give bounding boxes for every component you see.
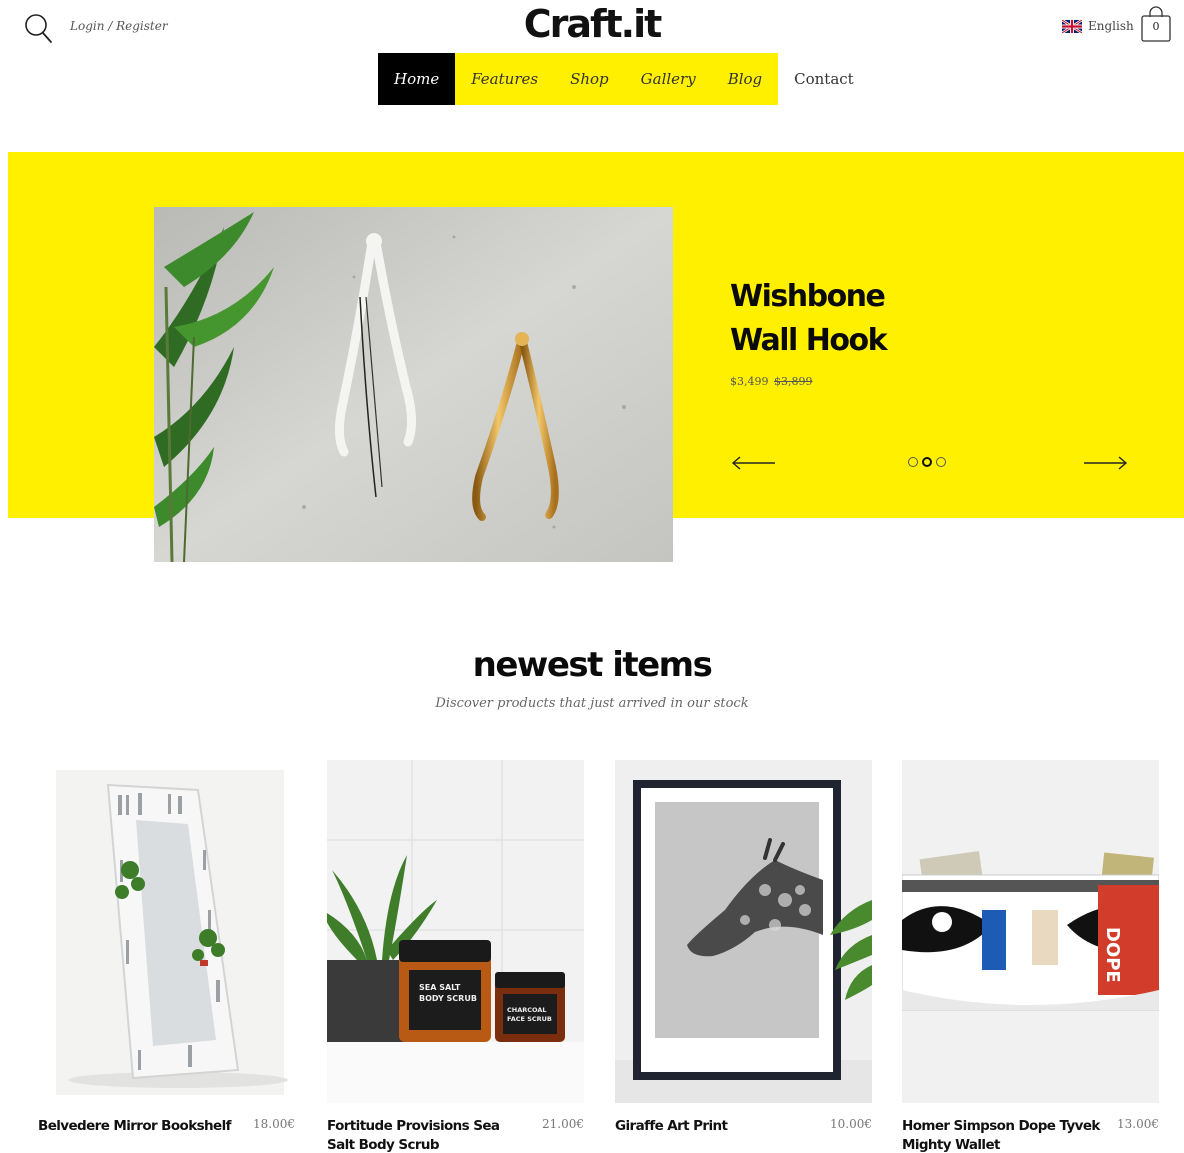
hero-title-line1: Wishbone bbox=[730, 279, 886, 314]
product-price: 18.00€ bbox=[253, 1117, 295, 1131]
cart-count: 0 bbox=[1152, 20, 1160, 33]
product-price: 21.00€ bbox=[542, 1117, 584, 1131]
hero-title-line2: Wall Hook bbox=[730, 323, 888, 358]
nav-item-home[interactable]: Home bbox=[378, 53, 456, 105]
uk-flag-icon bbox=[1062, 19, 1082, 33]
product-name[interactable]: Homer Simpson Dope Tyvek Mighty Wallet bbox=[902, 1117, 1102, 1153]
product-card[interactable]: DOPE Homer Simpson Dope Tyvek Mighty Wal… bbox=[902, 760, 1159, 1153]
product-price: 10.00€ bbox=[830, 1117, 872, 1131]
nav-item-features[interactable]: Features bbox=[455, 53, 555, 105]
slider-dot-1[interactable] bbox=[908, 457, 918, 467]
hero-title[interactable]: Wishbone Wall Hook bbox=[730, 275, 990, 363]
nav-item-blog[interactable]: Blog bbox=[711, 53, 779, 105]
slider-prev-button[interactable] bbox=[731, 452, 777, 474]
svg-text:DOPE: DOPE bbox=[1102, 927, 1123, 983]
product-image-giraffe-print[interactable] bbox=[615, 760, 872, 1103]
arrow-right-icon bbox=[1084, 456, 1128, 470]
svg-text:SEA SALT: SEA SALT bbox=[419, 983, 461, 992]
slider-dot-3[interactable] bbox=[936, 457, 946, 467]
site-logo[interactable]: Craft.it bbox=[0, 0, 1184, 48]
hero-price: $3,499 $3,899 bbox=[730, 375, 813, 388]
product-image-body-scrub[interactable]: SEA SALT BODY SCRUB CHARCOAL FACE SCRUB bbox=[327, 760, 584, 1103]
arrow-left-icon bbox=[731, 456, 775, 470]
slider-dots bbox=[908, 457, 946, 467]
product-card[interactable]: Belvedere Mirror Bookshelf 18.00€ bbox=[38, 760, 295, 1153]
product-image-wallet[interactable]: DOPE bbox=[902, 760, 1159, 1103]
section-title: newest items bbox=[472, 645, 713, 685]
hero-sale-price: $3,499 bbox=[730, 375, 769, 388]
section-subtitle: Discover products that just arrived in o… bbox=[435, 696, 749, 711]
svg-text:FACE SCRUB: FACE SCRUB bbox=[507, 1015, 552, 1023]
hero-product-image[interactable] bbox=[154, 207, 673, 562]
product-name[interactable]: Giraffe Art Print bbox=[615, 1117, 815, 1136]
product-price: 13.00€ bbox=[1117, 1117, 1159, 1131]
slider-dot-2[interactable] bbox=[922, 457, 932, 467]
main-nav: Home Features Shop Gallery Blog Contact bbox=[378, 53, 870, 105]
hero-old-price: $3,899 bbox=[774, 375, 813, 388]
svg-text:CHARCOAL: CHARCOAL bbox=[507, 1006, 547, 1014]
nav-item-shop[interactable]: Shop bbox=[554, 53, 625, 105]
nav-item-gallery[interactable]: Gallery bbox=[624, 53, 712, 105]
nav-item-contact[interactable]: Contact bbox=[778, 53, 870, 105]
wishbone-hook-image bbox=[154, 207, 673, 562]
product-name[interactable]: Fortitude Provisions Sea Salt Body Scrub bbox=[327, 1117, 527, 1153]
language-selector[interactable]: English bbox=[1062, 19, 1134, 33]
product-name[interactable]: Belvedere Mirror Bookshelf bbox=[38, 1117, 238, 1136]
language-label: English bbox=[1088, 19, 1134, 33]
product-image-mirror-bookshelf[interactable] bbox=[38, 760, 295, 1103]
product-card[interactable]: SEA SALT BODY SCRUB CHARCOAL FACE SCRUB … bbox=[327, 760, 584, 1153]
cart-button[interactable]: 0 bbox=[1140, 5, 1172, 43]
slider-next-button[interactable] bbox=[1082, 452, 1128, 474]
product-card[interactable]: Giraffe Art Print 10.00€ bbox=[615, 760, 872, 1153]
svg-text:BODY SCRUB: BODY SCRUB bbox=[419, 994, 477, 1003]
